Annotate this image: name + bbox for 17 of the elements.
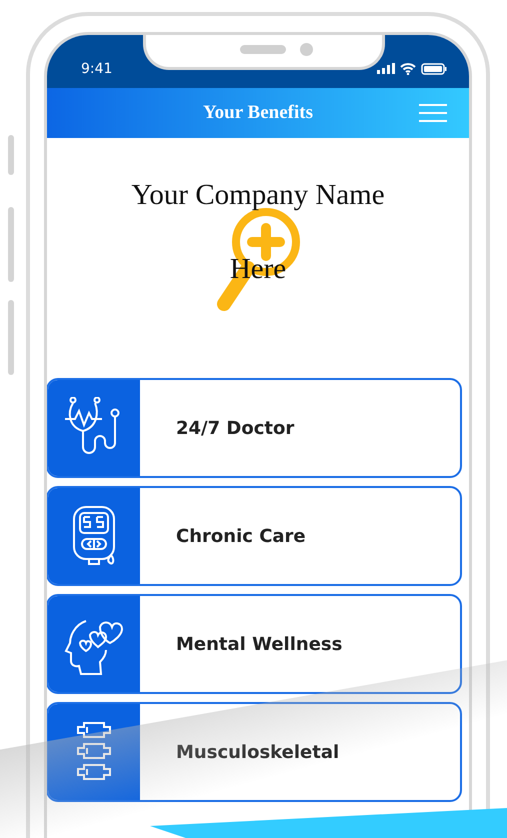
status-time: 9:41 <box>81 60 112 76</box>
menu-icon[interactable] <box>419 103 447 123</box>
company-name-text: Your Company Name <box>131 178 385 212</box>
benefit-card[interactable]: Chronic Care <box>47 486 462 586</box>
benefit-label: 24/7 Doctor <box>176 418 294 438</box>
wifi-icon <box>400 62 416 74</box>
battery-icon <box>421 62 447 74</box>
header-title: Your Benefits <box>203 102 313 124</box>
benefit-label: Mental Wellness <box>176 634 342 654</box>
benefit-card[interactable]: 24/7 Doctor <box>47 378 462 478</box>
benefit-label: Musculoskeletal <box>176 742 340 762</box>
glucose-meter-icon <box>71 505 117 567</box>
benefit-label: Chronic Care <box>176 526 306 546</box>
signal-icon <box>377 63 395 74</box>
benefit-card[interactable]: Musculoskeletal <box>47 702 462 802</box>
spine-icon <box>74 721 114 783</box>
benefit-card[interactable]: Mental Wellness <box>47 594 462 694</box>
